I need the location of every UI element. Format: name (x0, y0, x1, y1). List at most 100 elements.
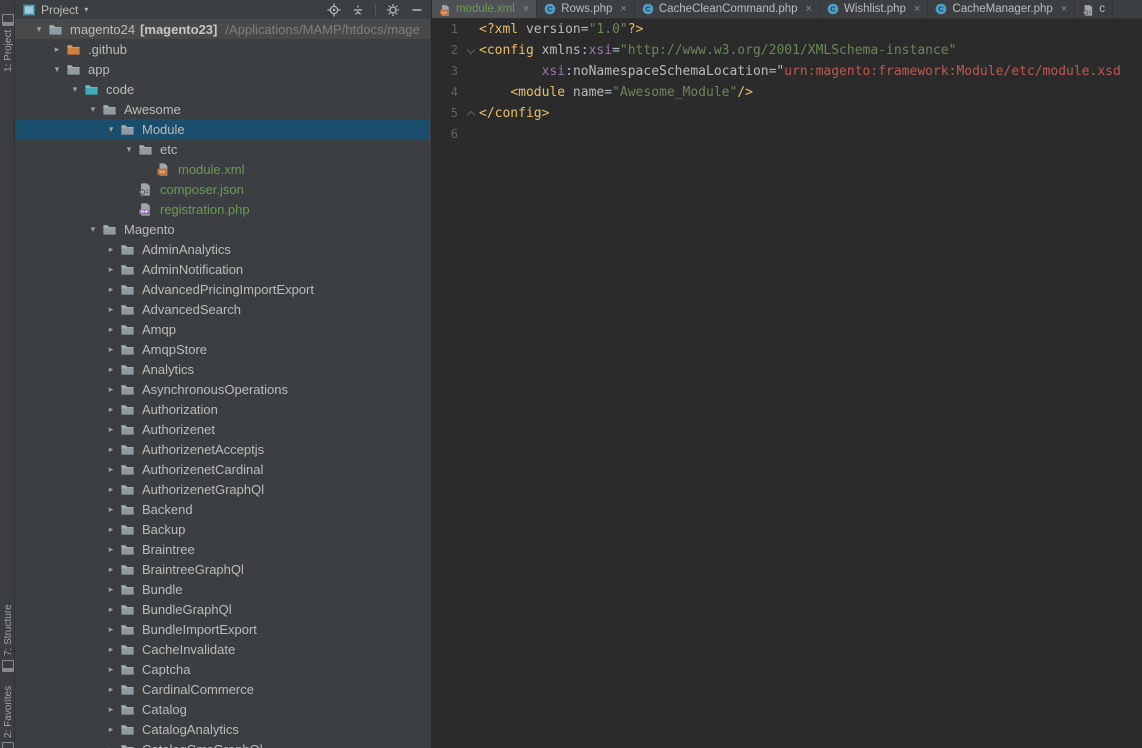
tree-row-backend[interactable]: ▸Backend (15, 499, 430, 519)
tree-row-etc[interactable]: ▾etc (15, 139, 430, 159)
tree-row-catalog[interactable]: ▸Catalog (15, 699, 430, 719)
tree-expand-closed-icon[interactable]: ▸ (102, 699, 120, 719)
tree-row-braintree[interactable]: ▸Braintree (15, 539, 430, 559)
tree-expand-closed-icon[interactable]: ▸ (102, 359, 120, 379)
tree-expand-closed-icon[interactable]: ▸ (102, 619, 120, 639)
tree-row-awesome[interactable]: ▾Awesome (15, 99, 430, 119)
tree-expand-closed-icon[interactable]: ▸ (48, 39, 66, 59)
collapse-all-icon[interactable] (351, 3, 365, 17)
tree-expand-open-icon[interactable]: ▾ (48, 59, 66, 79)
settings-gear-icon[interactable] (386, 3, 400, 17)
tree-row-bundlegraphql[interactable]: ▸BundleGraphQl (15, 599, 430, 619)
tree-expand-closed-icon[interactable]: ▸ (102, 479, 120, 499)
close-tab-icon[interactable]: × (523, 3, 529, 15)
code-line-1[interactable]: 1<?xml version="1.0"?> (432, 19, 1142, 40)
tree-expand-open-icon[interactable]: ▾ (84, 219, 102, 239)
tree-row-authorizenet[interactable]: ▸Authorizenet (15, 419, 430, 439)
tree-row-code[interactable]: ▾code (15, 79, 430, 99)
tree-expand-closed-icon[interactable]: ▸ (102, 339, 120, 359)
tree-expand-open-icon[interactable]: ▾ (84, 99, 102, 119)
tree-row-analytics[interactable]: ▸Analytics (15, 359, 430, 379)
code-line-3[interactable]: 3 xsi:noNamespaceSchemaLocation="urn:mag… (432, 61, 1142, 82)
close-tab-icon[interactable]: × (914, 3, 920, 15)
tree-expand-closed-icon[interactable]: ▸ (102, 419, 120, 439)
tree-expand-closed-icon[interactable]: ▸ (102, 399, 120, 419)
tree-expand-closed-icon[interactable]: ▸ (102, 579, 120, 599)
tree-expand-closed-icon[interactable]: ▸ (102, 559, 120, 579)
tree-row-braintreegraphql[interactable]: ▸BraintreeGraphQl (15, 559, 430, 579)
tab-rows-php[interactable]: CRows.php× (537, 0, 635, 18)
code-line-6[interactable]: 6 (432, 124, 1142, 145)
code-line-4[interactable]: 4 <module name="Awesome_Module"/> (432, 82, 1142, 103)
code-line-5[interactable]: 5</config> (432, 103, 1142, 124)
tab-module-xml[interactable]: <>module.xml× (432, 0, 537, 18)
tree-row-cataloganalytics[interactable]: ▸CatalogAnalytics (15, 719, 430, 739)
tree-row-adminnotification[interactable]: ▸AdminNotification (15, 259, 430, 279)
tree-expand-closed-icon[interactable]: ▸ (102, 279, 120, 299)
chevron-down-icon[interactable]: ▾ (84, 5, 88, 14)
tree-expand-closed-icon[interactable]: ▸ (102, 599, 120, 619)
tree-expand-open-icon[interactable]: ▾ (30, 19, 48, 39)
tree-expand-closed-icon[interactable]: ▸ (102, 679, 120, 699)
tree-expand-closed-icon[interactable]: ▸ (102, 439, 120, 459)
tree-row-module[interactable]: ▾Module (15, 119, 430, 139)
close-tab-icon[interactable]: × (620, 3, 626, 15)
tree-expand-closed-icon[interactable]: ▸ (102, 739, 120, 748)
tree-expand-open-icon[interactable]: ▾ (66, 79, 84, 99)
tree-row-registration-php[interactable]: PHPregistration.php (15, 199, 430, 219)
tree-expand-closed-icon[interactable]: ▸ (102, 659, 120, 679)
tree-row-authorizenetacceptjs[interactable]: ▸AuthorizenetAcceptjs (15, 439, 430, 459)
stripe-favorites-button[interactable]: 2: Favorites (2, 686, 14, 748)
project-panel-title[interactable]: Project (41, 3, 78, 17)
hide-panel-icon[interactable] (410, 3, 424, 17)
tree-row-authorizenetgraphql[interactable]: ▸AuthorizenetGraphQl (15, 479, 430, 499)
tree-row-module-xml[interactable]: <>module.xml (15, 159, 430, 179)
tree-expand-closed-icon[interactable]: ▸ (102, 239, 120, 259)
tree-row-amqp[interactable]: ▸Amqp (15, 319, 430, 339)
tab-cachemanager-php[interactable]: CCacheManager.php× (928, 0, 1075, 18)
tree-expand-closed-icon[interactable]: ▸ (102, 379, 120, 399)
tree-expand-closed-icon[interactable]: ▸ (102, 499, 120, 519)
tree-expand-closed-icon[interactable]: ▸ (102, 299, 120, 319)
tree-row-authorization[interactable]: ▸Authorization (15, 399, 430, 419)
tree-row-cacheinvalidate[interactable]: ▸CacheInvalidate (15, 639, 430, 659)
tree-row-magento[interactable]: ▾Magento (15, 219, 430, 239)
tree-row-bundleimportexport[interactable]: ▸BundleImportExport (15, 619, 430, 639)
tree-row-advancedsearch[interactable]: ▸AdvancedSearch (15, 299, 430, 319)
fold-marker-icon[interactable] (463, 40, 479, 61)
tree-row-composer-json[interactable]: composer.json (15, 179, 430, 199)
tree-expand-closed-icon[interactable]: ▸ (102, 539, 120, 559)
tree-row-github[interactable]: ▸.github (15, 39, 430, 59)
tree-row-cardinalcommerce[interactable]: ▸CardinalCommerce (15, 679, 430, 699)
tree-expand-closed-icon[interactable]: ▸ (102, 259, 120, 279)
close-tab-icon[interactable]: × (806, 3, 812, 15)
tree-row-magento24[interactable]: ▾magento24[magento23]/Applications/MAMP/… (15, 19, 430, 39)
tree-row-bundle[interactable]: ▸Bundle (15, 579, 430, 599)
tree-expand-closed-icon[interactable]: ▸ (102, 719, 120, 739)
tree-expand-open-icon[interactable]: ▾ (120, 139, 138, 159)
fold-marker-icon[interactable] (463, 103, 479, 124)
tree-row-asynchronousoperations[interactable]: ▸AsynchronousOperations (15, 379, 430, 399)
tree-expand-closed-icon[interactable]: ▸ (102, 319, 120, 339)
tree-expand-closed-icon[interactable]: ▸ (102, 519, 120, 539)
tree-row-backup[interactable]: ▸Backup (15, 519, 430, 539)
code-editor[interactable]: 1<?xml version="1.0"?>2<config xmlns:xsi… (432, 19, 1142, 145)
tree-row-adminanalytics[interactable]: ▸AdminAnalytics (15, 239, 430, 259)
tree-row-advancedpricingimportexport[interactable]: ▸AdvancedPricingImportExport (15, 279, 430, 299)
locate-file-icon[interactable] (327, 3, 341, 17)
tree-row-amqpstore[interactable]: ▸AmqpStore (15, 339, 430, 359)
tree-row-app[interactable]: ▾app (15, 59, 430, 79)
stripe-structure-button[interactable]: 7: Structure (2, 604, 14, 672)
tree-expand-closed-icon[interactable]: ▸ (102, 639, 120, 659)
tree-row-authorizenetcardinal[interactable]: ▸AuthorizenetCardinal (15, 459, 430, 479)
close-tab-icon[interactable]: × (1061, 3, 1067, 15)
stripe-project-button[interactable]: 1: Project (2, 14, 14, 72)
tree-expand-closed-icon[interactable]: ▸ (102, 459, 120, 479)
tree-row-captcha[interactable]: ▸Captcha (15, 659, 430, 679)
tab-wishlist-php[interactable]: CWishlist.php× (820, 0, 928, 18)
tab-cachecleancommand-php[interactable]: CCacheCleanCommand.php× (635, 0, 820, 18)
tab-c[interactable]: c (1075, 0, 1113, 18)
code-line-2[interactable]: 2<config xmlns:xsi="http://www.w3.org/20… (432, 40, 1142, 61)
tree-row-catalogcmsgraphql[interactable]: ▸CatalogCmsGraphQl (15, 739, 430, 748)
tree-expand-open-icon[interactable]: ▾ (102, 119, 120, 139)
